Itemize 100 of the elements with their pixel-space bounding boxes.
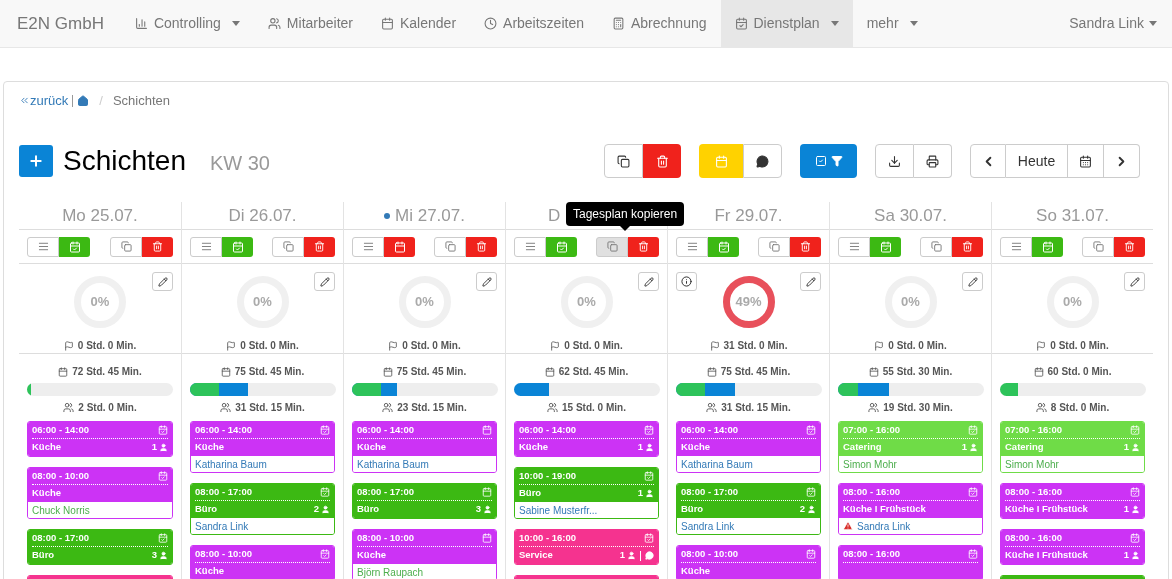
copy-button[interactable] — [434, 236, 466, 257]
shift-card[interactable]: 08:00 - 10:00 Küche Chuck Norris — [27, 467, 173, 519]
delete-button[interactable] — [628, 236, 659, 257]
info-button[interactable] — [676, 272, 697, 291]
shift-card[interactable]: 08:00 - 17:00 Büro 3 — [27, 529, 173, 565]
shift-card[interactable]: 08:00 - 16:00 Küche I Frühstück Sandra Link — [838, 483, 983, 535]
list-button[interactable] — [514, 236, 546, 257]
home-icon[interactable] — [77, 94, 90, 107]
list-icon — [362, 241, 374, 252]
copy-button[interactable] — [920, 236, 952, 257]
edit-button[interactable] — [476, 272, 497, 291]
staff-count: 2 — [799, 502, 805, 517]
employee-name[interactable]: Katharina Baum — [357, 456, 429, 472]
shift-card[interactable]: 08:00 - 17:00 Büro 2 Sandra Link — [676, 483, 821, 535]
brand-name[interactable]: E2N GmbH — [0, 0, 121, 47]
publish-button[interactable] — [546, 236, 577, 257]
edit-button[interactable] — [1124, 272, 1145, 291]
today-button[interactable]: Heute — [1006, 144, 1068, 178]
copy-button[interactable] — [1082, 236, 1114, 257]
publish-button[interactable] — [870, 236, 901, 257]
shift-card[interactable]: 06:00 - 14:00 Küche 1 — [514, 421, 659, 457]
employee-name[interactable]: Simon Mohr — [843, 456, 897, 472]
employee-name[interactable]: Björn Raupach — [357, 564, 424, 579]
calendar-icon — [58, 366, 69, 377]
shift-card[interactable]: 08:00 - 10:00 Küche Björn Raupach — [352, 529, 497, 579]
list-button[interactable] — [1000, 236, 1032, 257]
copy-week-button[interactable] — [604, 144, 643, 178]
list-button[interactable] — [676, 236, 708, 257]
staffed-hours: 23 Std. 15 Min. — [397, 401, 467, 415]
day-label: Sa 30.07. — [874, 204, 947, 227]
shift-card[interactable]: 07:00 - 16:00 Catering 1 Simon Mohr — [1000, 421, 1145, 473]
employee-name[interactable]: Sandra Link — [857, 518, 911, 534]
target-hours: 0 Std. 0 Min. — [888, 339, 947, 353]
nav-item[interactable]: Abrechnung — [598, 0, 721, 47]
delete-week-button[interactable] — [643, 144, 681, 178]
shift-card[interactable]: 06:00 - 14:00 Küche Katharina Baum — [676, 421, 821, 473]
shift-card[interactable]: 07:00 - 16:00 Catering 1 Simon Mohr — [838, 421, 983, 473]
employee-name[interactable]: Sandra Link — [681, 518, 735, 534]
back-link[interactable]: zurück — [19, 90, 69, 111]
delete-button[interactable] — [142, 236, 173, 257]
shift-card[interactable]: 08:00 - 16:00 Küche I Frühstück 1 — [1000, 529, 1145, 565]
filter-button[interactable] — [800, 144, 857, 178]
employee-name[interactable]: Katharina Baum — [195, 456, 267, 472]
nav-item[interactable]: Kalender — [367, 0, 471, 47]
copy-button[interactable] — [110, 236, 142, 257]
user-menu[interactable]: Sandra Link — [1054, 0, 1172, 47]
calendar-check-icon — [968, 487, 978, 497]
employee-name[interactable]: Sabine Musterfr... — [519, 502, 598, 518]
delete-button[interactable] — [790, 236, 821, 257]
edit-button[interactable] — [314, 272, 335, 291]
delete-button[interactable] — [304, 236, 335, 257]
calendar-check-icon — [158, 533, 168, 543]
publish-button[interactable] — [708, 236, 739, 257]
add-button[interactable] — [19, 145, 53, 177]
shift-card[interactable]: 06:00 - 14:00 Küche 1 — [27, 421, 173, 457]
employee-name[interactable]: Chuck Norris — [32, 502, 90, 518]
copy-button[interactable] — [758, 236, 790, 257]
list-button[interactable] — [352, 236, 384, 257]
person-icon — [807, 505, 816, 514]
delete-button[interactable] — [952, 236, 983, 257]
edit-button[interactable] — [638, 272, 659, 291]
list-button[interactable] — [838, 236, 870, 257]
employee-name[interactable]: Katharina Baum — [681, 456, 753, 472]
employee-name[interactable]: Simon Mohr — [1005, 456, 1059, 472]
print-button[interactable] — [914, 144, 952, 178]
shift-card[interactable]: 08:00 - 10:00 Küche — [676, 545, 821, 579]
nav-item[interactable]: Mitarbeiter — [253, 0, 367, 47]
list-button[interactable] — [190, 236, 222, 257]
nav-item[interactable]: Controlling — [120, 0, 254, 47]
nav-item[interactable]: mehr — [852, 0, 932, 47]
comments-button[interactable] — [743, 144, 782, 178]
download-button[interactable] — [875, 144, 914, 178]
list-button[interactable] — [27, 236, 59, 257]
publish-button[interactable] — [1032, 236, 1063, 257]
edit-button[interactable] — [800, 272, 821, 291]
employee-name[interactable]: Sandra Link — [195, 518, 249, 534]
shift-card[interactable]: 08:00 - 10:00 Küche — [190, 545, 335, 579]
shift-card[interactable]: 10:00 - 19:00 Büro 1 Sabine Musterfr... — [514, 467, 659, 519]
publish-button[interactable] — [59, 236, 90, 257]
shift-card[interactable]: 06:00 - 14:00 Küche Katharina Baum — [352, 421, 497, 473]
shift-card[interactable]: 08:00 - 17:00 Büro 3 — [352, 483, 497, 519]
shift-card[interactable]: 08:00 - 17:00 Büro 2 Sandra Link — [190, 483, 335, 535]
delete-button[interactable] — [466, 236, 497, 257]
shift-card[interactable]: 08:00 - 16:00 Küche I Frühstück 1 — [1000, 483, 1145, 519]
flag-icon — [550, 340, 561, 351]
edit-button[interactable] — [962, 272, 983, 291]
shift-card[interactable]: 10:00 - 16:00 Service 1 — [514, 529, 659, 565]
publish-button[interactable] — [384, 236, 415, 257]
shift-time: 08:00 - 10:00 — [195, 546, 253, 561]
delete-button[interactable] — [1114, 236, 1145, 257]
nav-icon — [267, 17, 281, 30]
shift-card[interactable]: 08:00 - 16:00 — [838, 545, 983, 579]
edit-button[interactable] — [152, 272, 173, 291]
shift-card[interactable]: 06:00 - 14:00 Küche Katharina Baum — [190, 421, 335, 473]
copy-button[interactable] — [272, 236, 304, 257]
date-picker-button[interactable] — [1068, 144, 1104, 178]
publish-button[interactable] — [222, 236, 253, 257]
nav-item[interactable]: Arbeitszeiten — [470, 0, 598, 47]
nav-item[interactable]: Dienstplan — [720, 0, 853, 47]
copy-button[interactable] — [596, 236, 628, 257]
